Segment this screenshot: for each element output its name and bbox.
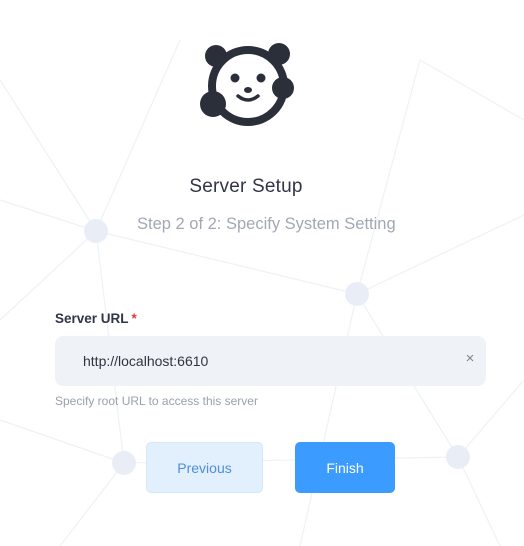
previous-button[interactable]: Previous (146, 442, 263, 493)
server-url-input[interactable] (83, 336, 453, 386)
step-subtitle: Step 2 of 2: Specify System Setting (137, 215, 396, 233)
close-icon[interactable]: × (462, 351, 478, 367)
server-url-hint: Specify root URL to access this server (55, 394, 258, 408)
required-indicator: * (131, 311, 137, 326)
server-url-field: × (55, 336, 486, 386)
server-url-label: Server URL * (55, 311, 137, 326)
finish-button[interactable]: Finish (295, 442, 395, 493)
page-title: Server Setup (189, 176, 303, 197)
panda-logo-icon (200, 43, 294, 126)
server-url-label-text: Server URL (55, 311, 129, 326)
